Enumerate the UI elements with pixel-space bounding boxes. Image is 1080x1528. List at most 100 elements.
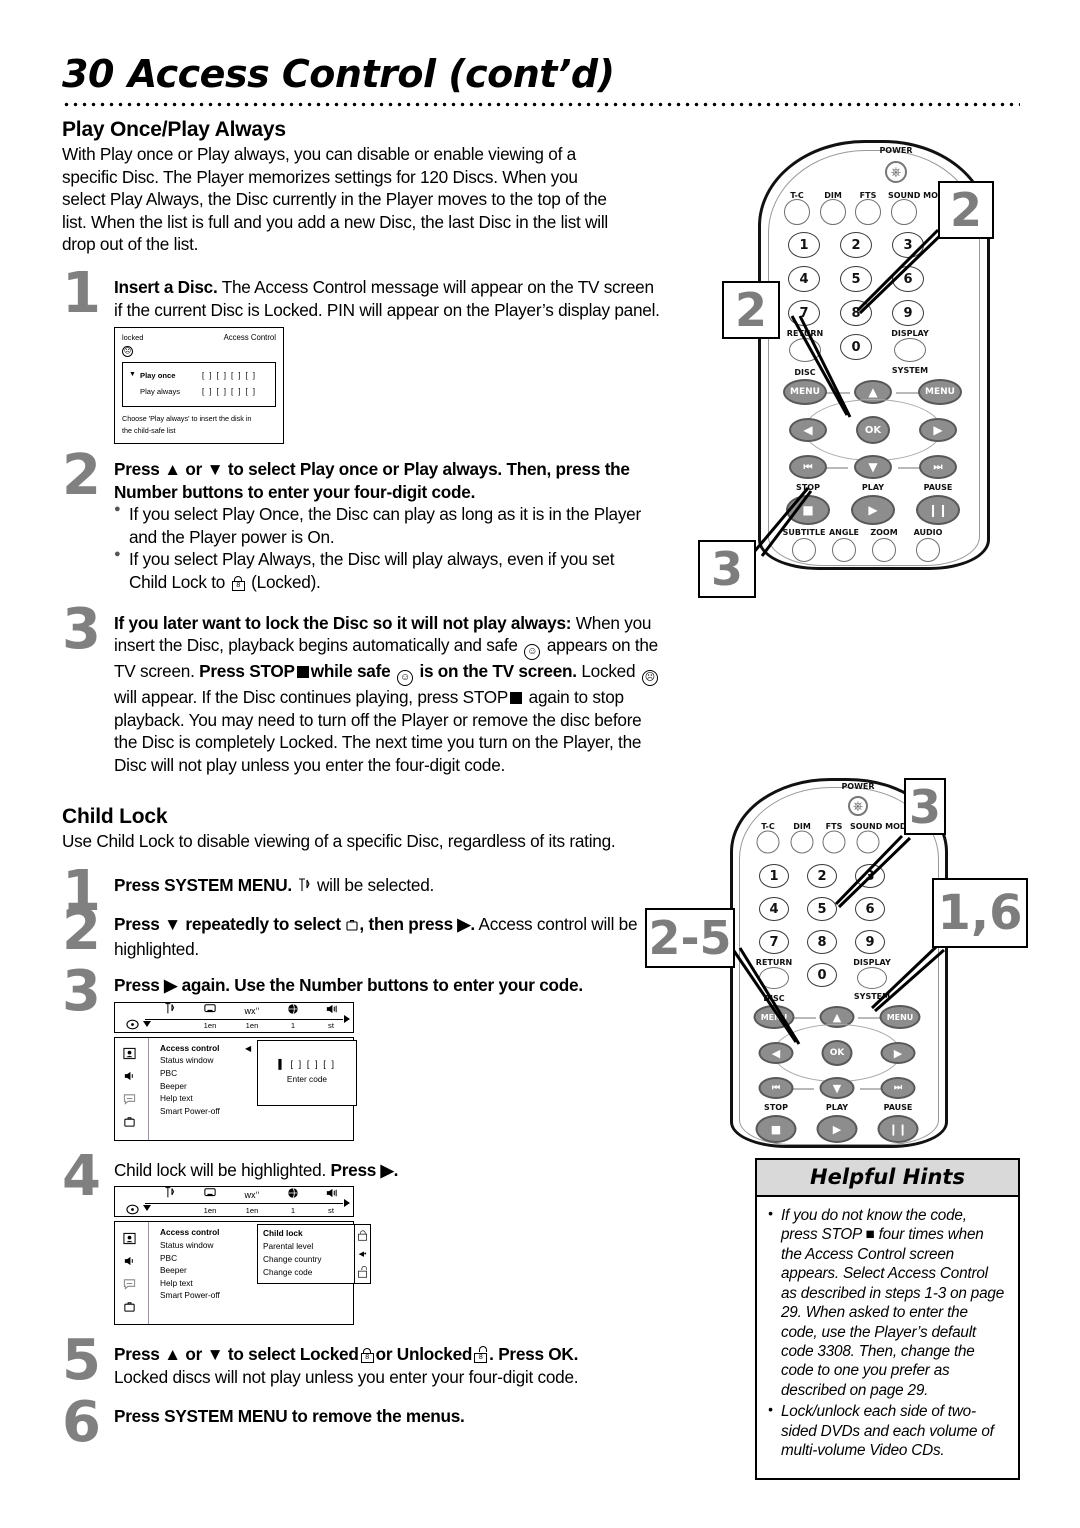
bullet-2-post: (Locked). — [251, 572, 321, 593]
arrow-left-icon: ◀• — [358, 1251, 367, 1259]
sound-icon[interactable] — [123, 1070, 136, 1084]
features-briefcase-icon[interactable] — [123, 1115, 136, 1130]
manual-page: 30 Access Control (cont’d) Play Once/Play… — [0, 0, 1080, 1528]
step-2-lead: Press ▲ or ▼ to select Play once or Play… — [114, 458, 630, 502]
child-lock-step-5: 5 Press ▲ or ▼ to select Locked 8 or Unloc… — [62, 1333, 662, 1389]
cl-step-2-lead-b: , then press ▶. — [359, 913, 475, 934]
osd-settings-list: Access control Status window PBC Beeper … — [153, 1036, 357, 1141]
osd-bar-value: st — [328, 1205, 334, 1215]
audio-icon — [313, 1186, 349, 1204]
helpful-hints-box: Helpful Hints If you do not know the cod… — [755, 1158, 1020, 1480]
tv-code-boxes: [ ] [ ] [ ] [ ] — [202, 370, 257, 380]
step-1-lead: Insert a Disc. — [114, 277, 218, 298]
submenu-item[interactable]: Child lock — [263, 1227, 354, 1240]
osd-bar-value: st — [328, 1021, 334, 1031]
tv-screen-access-control: locked ☹ Access Control ▼ Play once [ ] … — [114, 327, 284, 444]
osd-bar-value: 1 — [290, 1021, 296, 1031]
child-lock-step-2: 2 Press ▼ repeatedly to select , then pr… — [62, 902, 662, 960]
tools-icon — [149, 1186, 189, 1204]
lock-open-icon: 8 — [474, 1346, 488, 1364]
step-3-b1: Press STOP — [199, 661, 295, 682]
stop-square-icon — [296, 666, 309, 679]
child-lock-step-3: 3 Press ▶ again. Use the Number buttons … — [62, 964, 662, 1141]
cl-step-3-lead: Press ▶ again. Use the Number buttons to… — [114, 975, 583, 996]
osd-category-rail — [114, 1221, 144, 1326]
sound-icon[interactable] — [123, 1255, 136, 1269]
osd-menu-code-entry: wxʻʻ 1en 1en 1 st Access control Status … — [114, 1001, 357, 1141]
cl-step-5-lead-c: . Press OK. — [489, 1344, 579, 1365]
code-boxes: [ ] [ ] [ ] — [290, 1058, 336, 1069]
child-lock-step-4: 4 Child lock will be highlighted. Press … — [62, 1148, 662, 1326]
osd-bar-value: 1en — [203, 1021, 217, 1031]
osd-status-bar: wxʻʻ 1en 1en 1 st — [114, 1001, 354, 1033]
locked-face-icon: ☹ — [641, 670, 658, 687]
page-title-text: Access Control (cont’d) — [127, 52, 615, 96]
selection-arrow-left-icon: ◀ — [245, 1043, 252, 1053]
code-entry-prompt: Enter code — [286, 1073, 328, 1084]
picture-icon[interactable] — [123, 1232, 136, 1247]
cl-step-4-bold: Press ▶. — [330, 1159, 399, 1180]
dotted-rule-divider — [62, 102, 1020, 107]
tv-options-box: ▼ Play once [ ] [ ] [ ] [ ] Play always … — [122, 361, 276, 407]
cl-step-1-lead: Press SYSTEM MENU. — [114, 875, 292, 896]
tv-option-label[interactable]: Play always — [140, 387, 202, 396]
osd-list-item[interactable]: Smart Power-off — [160, 1105, 353, 1118]
left-content-column: Play Once/Play Always With Play once or … — [62, 110, 662, 1450]
step-3-t4: will appear. If the Disc continues playi… — [114, 687, 509, 708]
child-lock-step-1: 1 Press SYSTEM MENU. will be selected. — [62, 864, 662, 920]
safe-face-icon: ☺ — [396, 670, 413, 687]
step-number: 1 — [62, 261, 101, 327]
submenu-item[interactable]: Change code — [263, 1266, 354, 1279]
child-lock-step-6: 6 Press SYSTEM MENU to remove the menus. — [62, 1394, 662, 1450]
tv-option-label[interactable]: Play once — [140, 371, 202, 380]
safe-face-icon: ☺ — [524, 644, 541, 661]
tv-option-row: ▼ Play once [ ] [ ] [ ] [ ] — [129, 371, 269, 381]
page-number: 30 — [62, 52, 114, 96]
step-number: 6 — [62, 1389, 101, 1455]
cl-step-4-text: Child lock will be highlighted. — [114, 1159, 326, 1180]
code-cursor: ▌ — [278, 1058, 287, 1069]
osd-list-item[interactable]: Smart Power-off — [160, 1289, 353, 1302]
cl-step-2-lead-a: Press ▼ repeatedly to select — [114, 913, 341, 934]
osd-bar-value: 1 — [290, 1205, 296, 1215]
step-number: 2 — [62, 442, 101, 508]
disc-icon — [115, 1018, 149, 1033]
step-number: 4 — [62, 1143, 101, 1209]
hint-item: If you do not know the code, press STOP … — [768, 1205, 1007, 1400]
globe-icon — [273, 1186, 313, 1204]
osd-bar-value: 1en — [203, 1205, 217, 1215]
subtitle-icon: wxʻʻ — [244, 1005, 260, 1016]
lock-open-icon — [358, 1266, 367, 1278]
cl-step-1-text: will be selected. — [317, 875, 435, 896]
step-number: 3 — [62, 959, 101, 1025]
tv-title: Access Control — [223, 333, 276, 343]
helpful-hints-title: Helpful Hints — [757, 1160, 1018, 1197]
tv-status-label: locked — [122, 333, 144, 343]
section-heading-child-lock: Child Lock — [62, 804, 168, 828]
play-step-1: 1 Insert a Disc. The Access Control mess… — [62, 266, 662, 444]
step-number: 3 — [62, 596, 101, 662]
language-icon[interactable] — [123, 1093, 136, 1107]
lock-closed-icon: 8 — [231, 576, 245, 592]
bullet-2-pre: If you select Play Always, the Disc will… — [129, 549, 615, 593]
features-briefcase-icon[interactable] — [123, 1300, 136, 1315]
osd-bar-value: 1en — [245, 1205, 259, 1215]
callout-step-3-stop: 3 — [698, 540, 756, 598]
tv-code-boxes: [ ] [ ] [ ] [ ] — [202, 386, 257, 396]
step-number: 2 — [62, 897, 101, 963]
submenu-item[interactable]: Change country — [263, 1253, 354, 1266]
osd-bar-value: 1en — [245, 1021, 259, 1031]
lock-closed-icon: 8 — [360, 1348, 374, 1364]
audio-icon — [313, 1002, 349, 1020]
picture-icon[interactable] — [123, 1047, 136, 1062]
submenu-item[interactable]: Parental level — [263, 1240, 354, 1253]
language-icon[interactable] — [123, 1278, 136, 1292]
page-header: 30 Access Control (cont’d) — [62, 52, 1022, 107]
code-entry-boxes[interactable]: ▌ [ ] [ ] [ ] — [258, 1059, 356, 1069]
screen-icon — [189, 1186, 231, 1204]
osd-menu-child-lock: wxʻʻ 1en 1en 1 st Access control Status … — [114, 1186, 371, 1326]
tv-footer-line-2: the child-safe list — [122, 425, 176, 435]
cl-step-5-lead-b: or Unlocked — [375, 1344, 473, 1365]
osd-rail-divider — [144, 1221, 153, 1326]
callout-step-2-numbers: 2 — [938, 181, 994, 239]
